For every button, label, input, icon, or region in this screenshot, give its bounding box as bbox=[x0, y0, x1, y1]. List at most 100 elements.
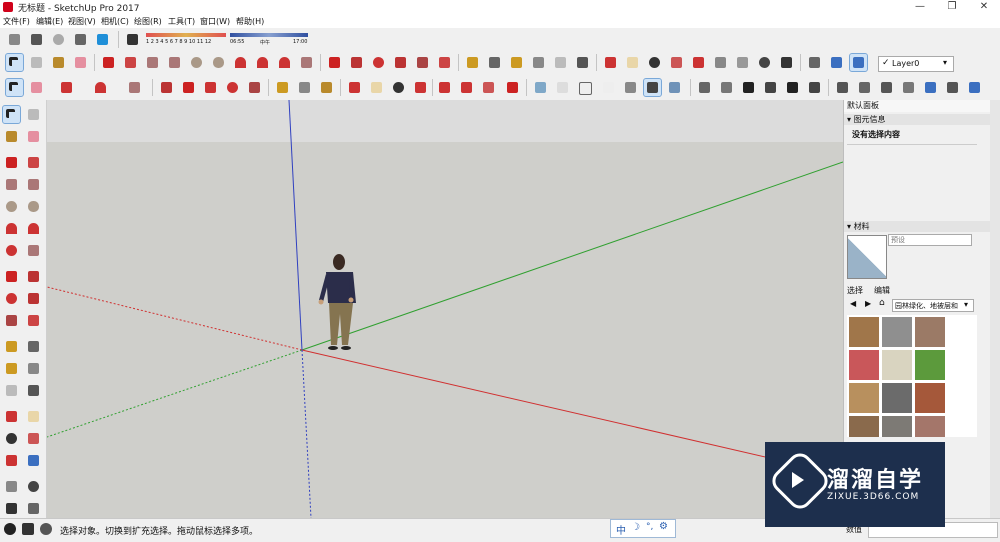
walk-tool-icon[interactable] bbox=[3, 500, 20, 517]
share-model-icon[interactable] bbox=[480, 79, 497, 96]
settings-gear-icon[interactable]: ⚙ bbox=[659, 521, 668, 532]
zoom-icon[interactable] bbox=[646, 54, 663, 71]
select-arrow-icon-2[interactable] bbox=[5, 78, 24, 97]
home-icon[interactable]: ⌂ bbox=[879, 298, 885, 308]
3d-warehouse-icon[interactable] bbox=[94, 31, 111, 48]
rectangle-icon[interactable] bbox=[144, 54, 161, 71]
push-pull-icon[interactable] bbox=[348, 54, 365, 71]
shadow-toggle-icon[interactable] bbox=[124, 31, 141, 48]
text-tool-icon[interactable] bbox=[25, 360, 42, 377]
select-tool-icon[interactable] bbox=[2, 105, 21, 124]
paint-bucket-tool-icon[interactable] bbox=[3, 128, 20, 145]
warehouse-icon[interactable] bbox=[436, 79, 453, 96]
shaded-textures-icon[interactable] bbox=[643, 78, 662, 97]
material-swatch[interactable] bbox=[849, 416, 879, 437]
orbit-icon[interactable] bbox=[602, 54, 619, 71]
zoom-icon-2[interactable] bbox=[390, 79, 407, 96]
orbit-icon-2[interactable] bbox=[346, 79, 363, 96]
three-point-arc-icon[interactable] bbox=[276, 54, 293, 71]
left-view-icon[interactable] bbox=[806, 79, 823, 96]
push-pull-tool-icon[interactable] bbox=[25, 268, 42, 285]
material-swatch[interactable] bbox=[882, 317, 912, 347]
pan-icon-2[interactable] bbox=[368, 79, 385, 96]
section-plane-tool-icon[interactable] bbox=[25, 500, 42, 517]
material-swatch[interactable] bbox=[882, 383, 912, 413]
menu-view[interactable]: 视图(V) bbox=[68, 16, 96, 27]
material-swatch[interactable] bbox=[915, 383, 945, 413]
arc-icon[interactable] bbox=[232, 54, 249, 71]
pie-icon[interactable] bbox=[298, 54, 315, 71]
material-swatch[interactable] bbox=[849, 383, 879, 413]
monochrome-icon[interactable] bbox=[666, 79, 683, 96]
section-cuts-icon[interactable] bbox=[849, 53, 868, 72]
scale-icon[interactable] bbox=[414, 54, 431, 71]
footprints-icon[interactable] bbox=[778, 54, 795, 71]
move-icon-2[interactable] bbox=[180, 79, 197, 96]
shaded-icon[interactable] bbox=[622, 79, 639, 96]
extension-warehouse-icon[interactable] bbox=[504, 79, 521, 96]
rotate-icon[interactable] bbox=[370, 54, 387, 71]
tape-measure-tool-icon[interactable] bbox=[3, 338, 20, 355]
back-arrow-icon[interactable]: ◀ bbox=[850, 299, 856, 308]
scale-tool-icon[interactable] bbox=[3, 312, 20, 329]
tape-measure-icon[interactable] bbox=[464, 54, 481, 71]
materials-header[interactable]: ▾ 材料 bbox=[844, 221, 992, 232]
material-swatch[interactable] bbox=[915, 317, 945, 347]
3d-text-icon[interactable] bbox=[574, 54, 591, 71]
axes-icon[interactable] bbox=[552, 54, 569, 71]
protractor-icon[interactable] bbox=[508, 54, 525, 71]
follow-me-icon[interactable] bbox=[392, 54, 409, 71]
materials-tab-select[interactable]: 选择 bbox=[847, 285, 863, 296]
freehand-icon[interactable] bbox=[122, 54, 139, 71]
tape-measure-icon-2[interactable] bbox=[274, 79, 291, 96]
materials-tab-edit[interactable]: 编辑 bbox=[874, 285, 890, 296]
material-swatch[interactable] bbox=[882, 350, 912, 380]
arc-dropdown-icon[interactable] bbox=[92, 79, 109, 96]
line-icon[interactable] bbox=[100, 54, 117, 71]
rectangle-tool-icon[interactable] bbox=[3, 176, 20, 193]
zoom-extents-tool-icon[interactable] bbox=[3, 452, 20, 469]
two-point-arc-icon[interactable] bbox=[254, 54, 271, 71]
front-view-icon[interactable] bbox=[740, 79, 757, 96]
circle-tool-icon[interactable] bbox=[3, 198, 20, 215]
circle-icon[interactable] bbox=[188, 54, 205, 71]
hidden-line-icon[interactable] bbox=[600, 79, 617, 96]
material-name-input[interactable] bbox=[888, 234, 972, 246]
menu-camera[interactable]: 相机(C) bbox=[101, 16, 129, 27]
menu-window[interactable]: 窗口(W) bbox=[200, 16, 230, 27]
rotate-tool-icon[interactable] bbox=[3, 290, 20, 307]
offset-icon[interactable] bbox=[436, 54, 453, 71]
zoom-extents-icon[interactable] bbox=[690, 54, 707, 71]
ime-mode-label[interactable]: 中 bbox=[616, 522, 626, 537]
look-around-icon[interactable] bbox=[756, 54, 773, 71]
stamp-icon[interactable] bbox=[900, 79, 917, 96]
flip-edge-icon[interactable] bbox=[966, 79, 983, 96]
move-icon[interactable] bbox=[326, 54, 343, 71]
follow-me-tool-icon[interactable] bbox=[25, 290, 42, 307]
zoom-extents-icon-2[interactable] bbox=[412, 79, 429, 96]
freehand-tool-icon[interactable] bbox=[25, 154, 42, 171]
punctuation-icon[interactable]: °, bbox=[646, 522, 653, 532]
material-library-dropdown[interactable]: 园林绿化、地被层和 ▾ bbox=[892, 299, 974, 312]
text-icon[interactable] bbox=[530, 54, 547, 71]
axes-tool-icon[interactable] bbox=[3, 382, 20, 399]
menu-help[interactable]: 帮助(H) bbox=[236, 16, 264, 27]
select-arrow-icon[interactable] bbox=[5, 53, 24, 72]
material-swatch[interactable] bbox=[915, 416, 945, 437]
tray-scrollbar[interactable] bbox=[990, 100, 1000, 518]
pan-icon[interactable] bbox=[624, 54, 641, 71]
two-point-arc-tool-icon[interactable] bbox=[25, 220, 42, 237]
restore-button[interactable]: ❐ bbox=[937, 0, 967, 14]
position-camera-tool-icon[interactable] bbox=[3, 478, 20, 495]
getting-started-icon[interactable] bbox=[6, 31, 23, 48]
text-icon-2[interactable] bbox=[296, 79, 313, 96]
position-camera-icon[interactable] bbox=[712, 54, 729, 71]
smoove-icon[interactable] bbox=[878, 79, 895, 96]
section-plane-icon[interactable] bbox=[806, 54, 823, 71]
entity-info-header[interactable]: ▾ 图元信息 bbox=[844, 114, 992, 125]
follow-me-icon-2[interactable] bbox=[224, 79, 241, 96]
menu-edit[interactable]: 编辑(E) bbox=[36, 16, 63, 27]
time-slider[interactable] bbox=[230, 33, 308, 37]
scene-canvas[interactable] bbox=[47, 100, 843, 518]
scale-icon-2[interactable] bbox=[246, 79, 263, 96]
